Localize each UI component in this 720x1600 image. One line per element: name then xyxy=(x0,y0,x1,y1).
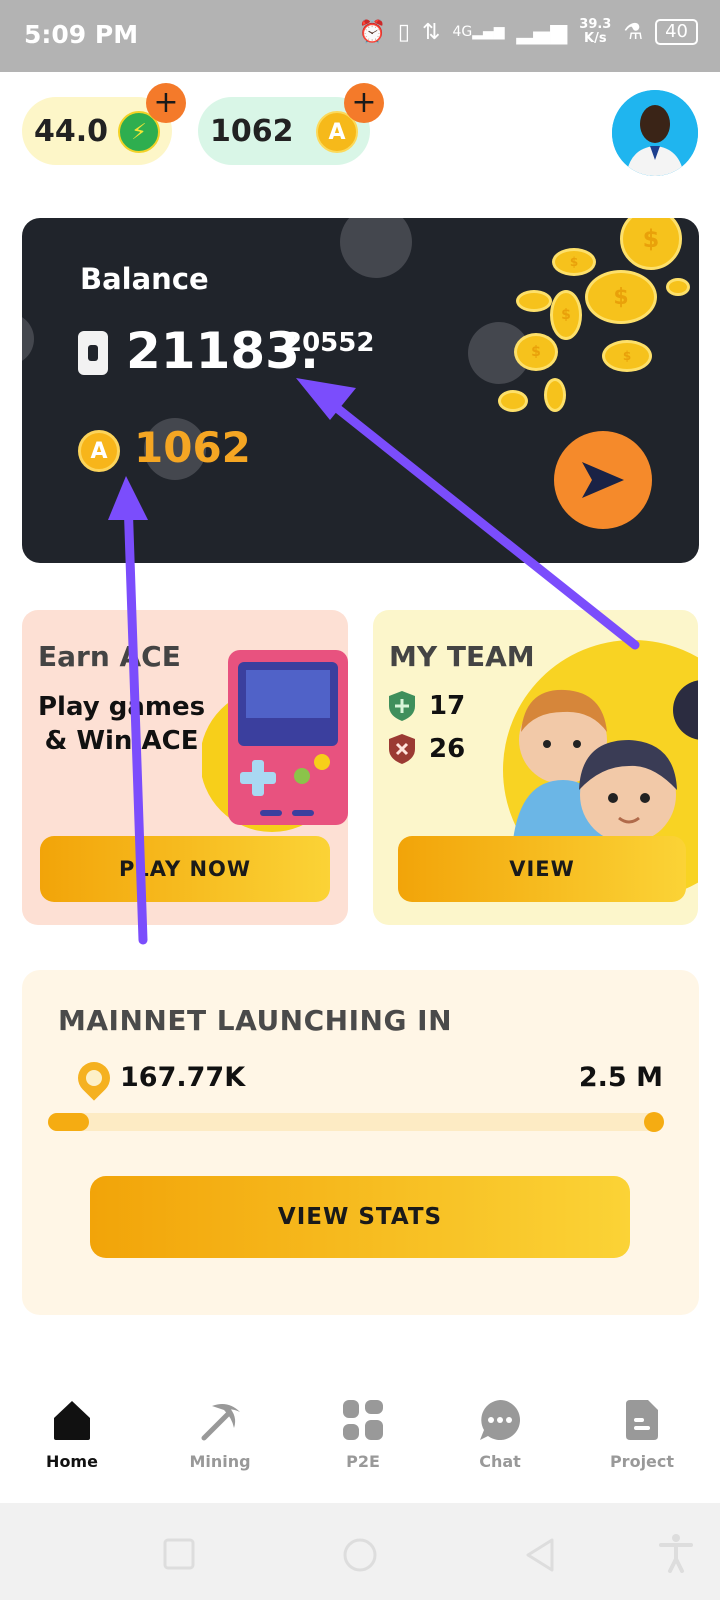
accessibility-icon xyxy=(659,1534,693,1573)
team-card-title: MY TEAM xyxy=(389,640,535,673)
gamepad-illustration-icon xyxy=(202,650,348,832)
gold-coin-icon xyxy=(666,278,690,296)
location-pin-icon xyxy=(71,1055,117,1101)
earn-subtitle-line2: & Win ACE xyxy=(44,726,199,756)
decor-bubble xyxy=(340,218,412,278)
add-energy-button[interactable]: + xyxy=(146,83,186,123)
mainnet-target: 2.5 M xyxy=(578,1062,663,1093)
mainnet-current: 167.77K xyxy=(120,1062,246,1093)
mainnet-card: MAINNET LAUNCHING IN 167.77K 2.5 M VIEW … xyxy=(22,970,699,1315)
earn-card-subtitle: Play games & Win ACE xyxy=(38,690,205,758)
alarm-icon: ⏰ xyxy=(358,19,386,45)
avatar-photo xyxy=(612,90,698,176)
accessibility-button[interactable] xyxy=(658,1533,694,1577)
nav-project-label: Project xyxy=(609,1452,675,1471)
avatar[interactable] xyxy=(612,90,698,176)
view-team-button[interactable]: VIEW xyxy=(398,836,686,902)
coins-pill[interactable]: 1062 A + xyxy=(198,83,384,165)
gold-coin-icon xyxy=(516,290,552,312)
home-icon xyxy=(54,1401,90,1440)
team-active-stat: 17 xyxy=(387,690,465,722)
mainnet-progress-end xyxy=(644,1112,664,1132)
net-speed-value: 39.3 xyxy=(579,17,612,32)
back-icon xyxy=(526,1538,554,1572)
play-now-button[interactable]: PLAY NOW xyxy=(40,836,330,902)
ace-coin-icon: A xyxy=(78,430,120,472)
gold-coin-icon xyxy=(498,390,528,412)
net-speed: 39.3 K/s xyxy=(579,18,611,46)
send-icon xyxy=(582,462,624,498)
gold-coin-icon: $ xyxy=(620,218,682,270)
recents-button[interactable] xyxy=(162,1537,196,1575)
nav-home[interactable]: Home xyxy=(12,1396,132,1471)
shield-x-icon xyxy=(389,734,415,764)
net-type-label: 4G xyxy=(452,24,473,40)
net-speed-unit: K/s xyxy=(584,31,607,46)
status-bar: 5:09 PM ⏰ ▯ ⇅ 4G▂▄▆ ▂▄▆ 39.3 K/s ⚗ 40 xyxy=(0,0,720,72)
gold-coin-icon: $ xyxy=(552,248,596,276)
data-arrows-icon: ⇅ xyxy=(422,19,441,45)
earn-ace-card[interactable]: Earn ACE Play games & Win ACE PLAY NOW xyxy=(22,610,348,925)
back-button[interactable] xyxy=(524,1537,556,1577)
decor-bubble xyxy=(22,313,34,365)
coins-value: 1062 xyxy=(210,113,294,149)
vibrate-icon: ▯ xyxy=(397,19,410,45)
gold-coin-icon: $ xyxy=(550,290,582,340)
view-stats-button[interactable]: VIEW STATS xyxy=(90,1176,630,1258)
document-icon xyxy=(626,1400,658,1440)
flask-icon: ⚗ xyxy=(623,19,644,45)
earn-subtitle-line1: Play games xyxy=(38,692,206,722)
status-icons: ⏰ ▯ ⇅ 4G▂▄▆ ▂▄▆ 39.3 K/s ⚗ 40 xyxy=(358,18,698,46)
earn-card-title: Earn ACE xyxy=(38,640,181,673)
balance-title: Balance xyxy=(80,262,209,296)
ace-logo-icon xyxy=(78,331,108,375)
recents-icon xyxy=(163,1538,195,1570)
shield-plus-icon xyxy=(389,691,415,721)
chat-icon xyxy=(480,1400,520,1440)
grid-icon xyxy=(343,1400,383,1440)
balance-coins: 1062 xyxy=(134,423,251,472)
balance-card: Balance 21183. 20552 A 1062 $ $ $ $ $ $ xyxy=(22,218,699,563)
system-nav-bar xyxy=(0,1503,720,1600)
nav-p2e-label: P2E xyxy=(346,1452,380,1471)
signal-icon: 4G▂▄▆ xyxy=(452,24,505,40)
mainnet-title: MAINNET LAUNCHING IN xyxy=(58,1004,453,1037)
energy-pill[interactable]: 44.0 ⚡ + xyxy=(22,83,186,165)
gold-coin-icon xyxy=(544,378,566,412)
add-coins-button[interactable]: + xyxy=(344,83,384,123)
pickaxe-icon xyxy=(201,1404,240,1441)
gold-coin-icon: $ xyxy=(514,333,558,371)
nav-p2e[interactable]: P2E xyxy=(303,1396,423,1471)
nav-mining[interactable]: Mining xyxy=(160,1396,280,1471)
balance-fraction: 20552 xyxy=(284,328,375,358)
nav-mining-label: Mining xyxy=(189,1452,251,1471)
mainnet-progress-bar xyxy=(48,1112,664,1132)
gold-coin-icon: $ xyxy=(585,270,657,324)
home-circle-icon xyxy=(343,1538,377,1572)
status-time: 5:09 PM xyxy=(24,20,139,49)
my-team-card[interactable]: MY TEAM 17 26 VIEW xyxy=(373,610,698,925)
energy-value: 44.0 xyxy=(34,113,109,149)
nav-project[interactable]: Project xyxy=(582,1396,702,1471)
gold-coin-icon: $ xyxy=(602,340,652,372)
nav-home-label: Home xyxy=(46,1452,98,1471)
send-button[interactable] xyxy=(554,431,652,529)
team-active-count: 17 xyxy=(429,691,466,721)
team-inactive-count: 26 xyxy=(429,734,466,764)
nav-chat-label: Chat xyxy=(479,1452,521,1471)
team-inactive-stat: 26 xyxy=(387,733,465,765)
bottom-nav: Home Mining P2E Chat Project xyxy=(0,1378,720,1498)
mainnet-progress-fill xyxy=(48,1113,89,1131)
nav-chat[interactable]: Chat xyxy=(440,1396,560,1471)
battery-indicator: 40 xyxy=(655,19,698,45)
home-system-button[interactable] xyxy=(342,1537,378,1577)
signal-icon-2: ▂▄▆ xyxy=(516,19,568,45)
